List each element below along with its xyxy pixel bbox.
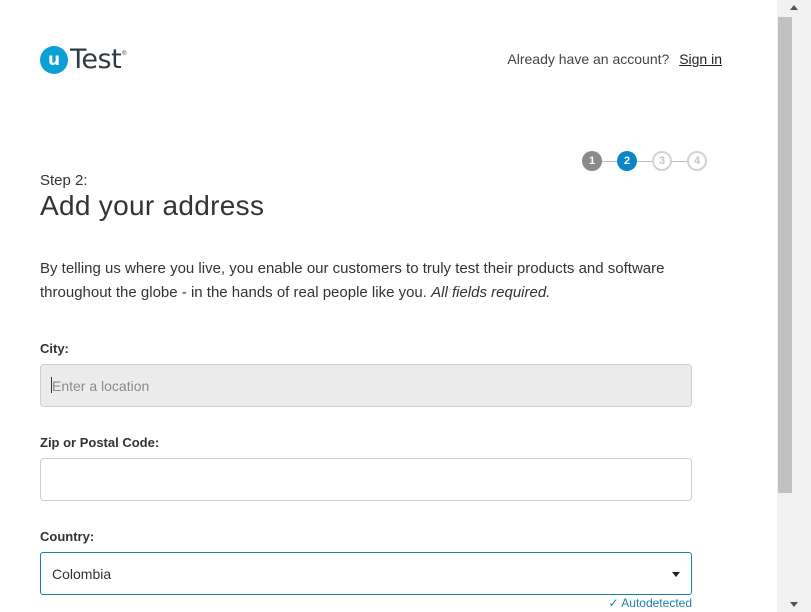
step-label: Step 2: <box>40 172 88 189</box>
zip-input[interactable] <box>40 458 692 501</box>
country-select[interactable]: Colombia <box>40 552 692 595</box>
sign-in-link[interactable]: Sign in <box>679 51 722 67</box>
intro-required-note: All fields required. <box>431 284 551 301</box>
scroll-up-arrow-icon[interactable] <box>790 5 798 10</box>
step-indicator-3: 3 <box>652 151 672 171</box>
intro-text: By telling us where you live, you enable… <box>40 257 730 305</box>
step-indicator-4: 4 <box>687 151 707 171</box>
scroll-down-arrow-icon[interactable] <box>790 602 798 607</box>
page-scrollbar[interactable] <box>777 0 811 612</box>
account-prompt: Already have an account? Sign in <box>507 51 722 67</box>
step-connector <box>637 160 652 162</box>
intro-body: By telling us where you live, you enable… <box>40 260 665 301</box>
logo-registered-mark: ® <box>122 51 127 57</box>
logo-mark: u <box>40 46 68 74</box>
text-cursor <box>51 377 52 393</box>
step-indicator-2: 2 <box>617 151 637 171</box>
city-label: City: <box>40 341 69 356</box>
chevron-down-icon <box>672 572 680 577</box>
country-label: Country: <box>40 529 95 544</box>
scrollbar-thumb[interactable] <box>778 17 792 493</box>
zip-label: Zip or Postal Code: <box>40 435 160 450</box>
autodetected-note: ✓ Autodetected <box>608 596 692 610</box>
page-title: Add your address <box>40 190 265 221</box>
step-connector <box>602 160 617 162</box>
step-progress: 1 2 3 4 <box>582 151 707 171</box>
step-indicator-1: 1 <box>582 151 602 171</box>
logo-wordmark: Test <box>70 44 122 75</box>
utest-logo: u Test ® <box>40 46 127 74</box>
country-selected-value: Colombia <box>52 565 112 582</box>
city-input[interactable] <box>40 364 692 407</box>
account-prompt-text: Already have an account? <box>507 51 670 67</box>
step-connector <box>672 160 687 162</box>
